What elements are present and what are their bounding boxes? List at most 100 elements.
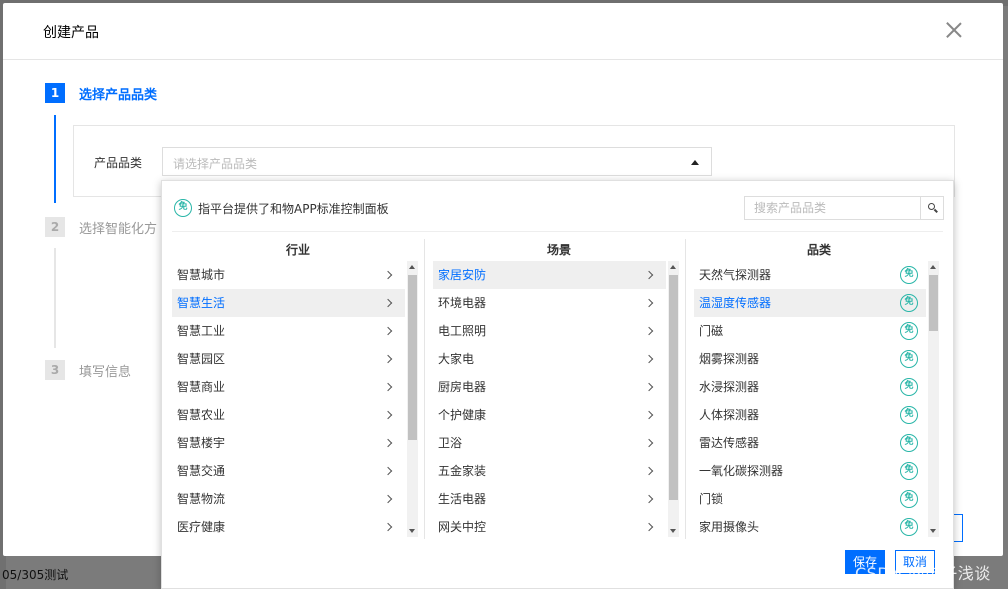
scene-item[interactable]: 家居安防 — [433, 261, 666, 289]
category-item[interactable]: 门锁 免 — [694, 485, 926, 513]
scroll-up-icon[interactable] — [670, 265, 676, 269]
step-connector-2 — [54, 248, 56, 348]
scene-item[interactable]: 电工照明 — [433, 317, 666, 345]
category-item-label: 门磁 — [699, 324, 724, 338]
industry-item[interactable]: 医疗健康 — [172, 513, 405, 537]
free-badge-icon: 免 — [900, 490, 918, 508]
free-badge-icon: 免 — [900, 266, 918, 284]
category-item-label: 一氧化碳探测器 — [699, 464, 784, 478]
category-item-label: 温湿度传感器 — [699, 296, 772, 310]
column-divider — [685, 239, 686, 539]
chevron-right-icon — [383, 354, 393, 364]
scene-item-label: 网关中控 — [438, 520, 487, 534]
step-3-label: 填写信息 — [79, 364, 132, 380]
industry-item[interactable]: 智慧生活 — [172, 289, 405, 317]
step-1-label: 选择产品品类 — [79, 87, 158, 103]
industry-item[interactable]: 智慧交通 — [172, 457, 405, 485]
chevron-right-icon — [644, 494, 654, 504]
category-item-label: 雷达传感器 — [699, 436, 760, 450]
category-item[interactable]: 门磁 免 — [694, 317, 926, 345]
modal-header: 创建产品 — [3, 3, 1003, 60]
category-item[interactable]: 人体探测器 免 — [694, 401, 926, 429]
chevron-right-icon — [644, 326, 654, 336]
chevron-right-icon — [644, 522, 654, 532]
category-list: 天然气探测器免温湿度传感器免门磁免烟雾探测器免水浸探测器免人体探测器免雷达传感器… — [694, 261, 926, 537]
category-item[interactable]: 天然气探测器 免 — [694, 261, 926, 289]
industry-column: 行业 智慧城市智慧生活智慧工业 智慧园区智慧商业智慧农业智慧楼宇智慧交通 智慧物流医… — [172, 239, 424, 539]
scene-item[interactable]: 生活电器 — [433, 485, 666, 513]
category-column: 品类 天然气探测器免温湿度传感器免门磁免烟雾探测器免水浸探测器免人体探测器免雷达… — [694, 239, 944, 539]
industry-item[interactable]: 智慧商业 — [172, 373, 405, 401]
scroll-up-icon[interactable] — [409, 265, 415, 269]
industry-item-label: 智慧商业 — [177, 380, 226, 394]
scroll-thumb[interactable] — [408, 275, 417, 440]
category-item[interactable]: 雷达传感器 免 — [694, 429, 926, 457]
chevron-right-icon — [383, 522, 393, 532]
scroll-thumb[interactable] — [669, 275, 678, 500]
scroll-thumb[interactable] — [929, 275, 938, 331]
select-placeholder: 请选择产品品类 — [173, 157, 258, 171]
scroll-up-icon[interactable] — [930, 265, 936, 269]
scene-item[interactable]: 个护健康 — [433, 401, 666, 429]
free-badge-icon: 免 — [900, 462, 918, 480]
category-item[interactable]: 烟雾探测器 免 — [694, 345, 926, 373]
industry-item[interactable]: 智慧楼宇 — [172, 429, 405, 457]
category-search-input[interactable] — [745, 197, 921, 219]
chevron-right-icon — [644, 410, 654, 420]
category-item[interactable]: 家用摄像头 免 — [694, 513, 926, 537]
industry-header: 行业 — [285, 243, 310, 257]
product-category-label: 产品品类 — [94, 156, 143, 170]
step-3-number: 3 — [45, 360, 65, 380]
industry-item[interactable]: 智慧工业 — [172, 317, 405, 345]
industry-item-label: 智慧生活 — [177, 296, 226, 310]
scene-scrollbar[interactable] — [668, 261, 679, 537]
free-badge-icon: 免 — [900, 406, 918, 424]
step-1[interactable]: 1 选择产品品类 — [45, 83, 157, 103]
scene-item-label: 环境电器 — [438, 296, 487, 310]
step-1-number: 1 — [45, 83, 65, 103]
scene-item[interactable]: 网关中控 — [433, 513, 666, 537]
product-category-select[interactable]: 请选择产品品类 — [162, 147, 712, 176]
modal-title: 创建产品 — [43, 25, 99, 41]
scene-item[interactable]: 五金家装 — [433, 457, 666, 485]
chevron-right-icon — [383, 494, 393, 504]
panel-notice: 免 指平台提供了和物APP标准控制面板 — [174, 199, 389, 217]
caret-up-icon — [691, 160, 699, 165]
notice-text: 指平台提供了和物APP标准控制面板 — [198, 201, 389, 216]
scene-item[interactable]: 大家电 — [433, 345, 666, 373]
category-item[interactable]: 一氧化碳探测器 免 — [694, 457, 926, 485]
scene-item-label: 家居安防 — [438, 268, 487, 282]
scene-item[interactable]: 厨房电器 — [433, 373, 666, 401]
industry-item[interactable]: 智慧物流 — [172, 485, 405, 513]
scene-item-label: 电工照明 — [438, 324, 487, 338]
free-badge-icon: 免 — [900, 518, 918, 536]
close-icon[interactable] — [943, 19, 965, 41]
scroll-down-icon[interactable] — [409, 529, 415, 533]
scroll-down-icon[interactable] — [930, 529, 936, 533]
background-right-strip — [1004, 60, 1008, 549]
scene-column: 场景 家居安防 环境电器 电工照明 大家电 厨房电器 个护健康 卫浴 五金家装 生活电器 网关中控 — [433, 239, 685, 539]
scroll-down-icon[interactable] — [670, 529, 676, 533]
free-badge-icon: 免 — [900, 294, 918, 312]
scene-item[interactable]: 环境电器 — [433, 289, 666, 317]
step-3[interactable]: 3 填写信息 — [45, 360, 131, 380]
industry-item[interactable]: 智慧农业 — [172, 401, 405, 429]
category-item-label: 烟雾探测器 — [699, 352, 760, 366]
free-badge-icon: 免 — [900, 350, 918, 368]
step-2[interactable]: 2 选择智能化方 — [45, 217, 157, 237]
scene-item[interactable]: 卫浴 — [433, 429, 666, 457]
industry-item[interactable]: 智慧园区 — [172, 345, 405, 373]
category-scrollbar[interactable] — [928, 261, 939, 537]
category-item[interactable]: 温湿度传感器 免 — [694, 289, 926, 317]
step-2-number: 2 — [45, 217, 65, 237]
industry-scrollbar[interactable] — [407, 261, 418, 537]
industry-item[interactable]: 智慧城市 — [172, 261, 405, 289]
background-footer-text: 05/305测试 — [2, 568, 69, 582]
watermark: CSDN @电子浅谈 — [855, 564, 991, 583]
scene-item-label: 个护健康 — [438, 408, 487, 422]
chevron-right-icon — [383, 438, 393, 448]
search-button[interactable] — [920, 197, 943, 219]
category-item[interactable]: 水浸探测器 免 — [694, 373, 926, 401]
free-badge-icon: 免 — [900, 322, 918, 340]
industry-item-label: 智慧楼宇 — [177, 436, 226, 450]
